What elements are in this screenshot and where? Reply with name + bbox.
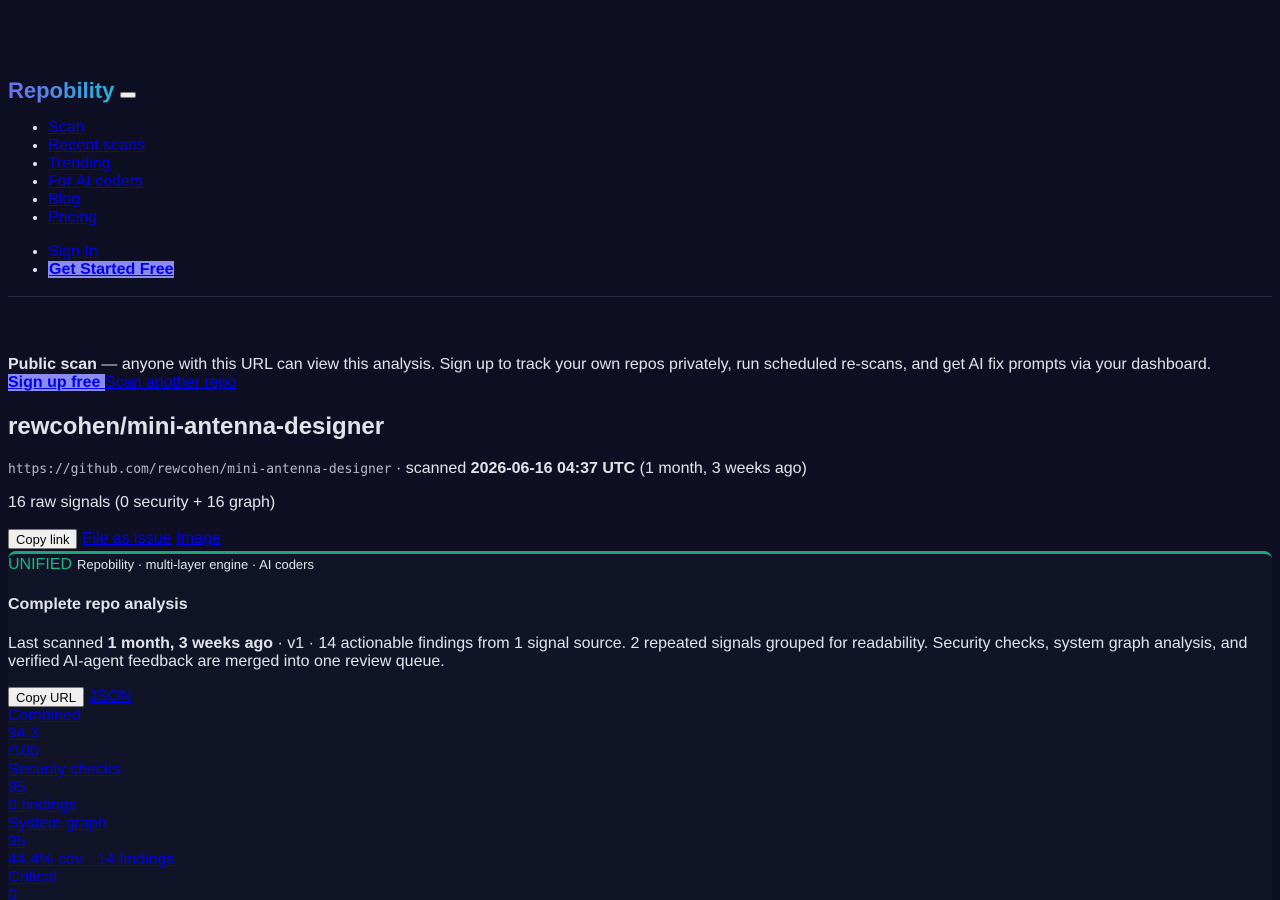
main-nav: Scan Recent scans Trending For AI coders…	[8, 119, 145, 227]
header-divider	[8, 296, 1272, 297]
auth-nav: Sign In Get Started Free	[8, 243, 175, 279]
scan-meta: https://github.com/rewcohen/mini-antenna…	[8, 460, 807, 479]
nav-link-ai-coders[interactable]: For AI coders	[48, 173, 143, 190]
desc-ago: 1 month, 3 weeks ago	[107, 635, 274, 652]
card-header: UNIFIED Repobility · multi-layer engine …	[8, 556, 314, 574]
score-security-label[interactable]: Security checks	[8, 761, 174, 779]
score-critical-label[interactable]: Critical	[8, 869, 174, 887]
scan-another-repo-link[interactable]: Scan another repo	[105, 374, 237, 391]
engine-label: Repobility · multi-layer engine · AI cod…	[77, 557, 314, 572]
card-actions: Copy URL JSON	[8, 687, 132, 707]
public-scan-notice: Public scan — anyone with this URL can v…	[8, 356, 1272, 392]
score-security-value[interactable]: 95	[8, 779, 174, 797]
repo-url: https://github.com/rewcohen/mini-antenna…	[8, 462, 392, 477]
nav-link-scan[interactable]: Scan	[48, 119, 84, 136]
score-combined-value[interactable]: 94.3	[8, 725, 174, 743]
scanned-timestamp: 2026-06-16 04:37 UTC	[470, 460, 636, 477]
copy-url-button[interactable]: Copy URL	[8, 687, 84, 707]
notice-text: — anyone with this URL can view this ana…	[96, 356, 1212, 373]
menu-toggle-button[interactable]	[120, 92, 137, 98]
nav-link-recent-scans[interactable]: Recent scans	[48, 137, 145, 154]
card-description: Last scanned 1 month, 3 weeks ago · v1 ·…	[8, 635, 1258, 671]
copy-link-button[interactable]: Copy link	[8, 529, 78, 549]
image-link[interactable]: Image	[176, 530, 220, 548]
score-graph-detail[interactable]: 44.4% cov · 14 findings	[8, 851, 174, 869]
page: Repobility Scan Recent scans Trending Fo…	[0, 0, 1280, 900]
score-combined-label[interactable]: Combined	[8, 707, 174, 725]
score-list: Combined 94.3 /100 Security checks 95 0 …	[8, 707, 174, 900]
raw-signals: 16 raw signals (0 security + 16 graph)	[8, 494, 276, 511]
nav-item-trending: Trending	[48, 155, 145, 173]
repo-title: rewcohen/mini-antenna-designer	[8, 413, 385, 440]
header: Repobility	[8, 78, 137, 104]
nav-item-ai-coders: For AI coders	[48, 173, 145, 191]
unified-analysis-card: UNIFIED Repobility · multi-layer engine …	[8, 551, 1272, 900]
unified-badge: UNIFIED	[8, 556, 72, 573]
score-graph-value[interactable]: 95	[8, 833, 174, 851]
nav-item-sign-in: Sign In	[48, 243, 174, 261]
json-link[interactable]: JSON	[89, 688, 132, 706]
score-combined-detail[interactable]: /100	[8, 743, 174, 761]
score-graph-label[interactable]: System graph	[8, 815, 174, 833]
nav-link-blog[interactable]: Blog	[48, 191, 80, 208]
scanned-ago: (1 month, 3 weeks ago)	[635, 460, 807, 477]
nav-link-trending[interactable]: Trending	[48, 155, 111, 172]
nav-item-scan: Scan	[48, 119, 145, 137]
score-security-detail[interactable]: 0 findings	[8, 797, 174, 815]
brand-logo[interactable]: Repobility	[8, 78, 114, 104]
sign-in-link[interactable]: Sign In	[48, 243, 98, 260]
nav-item-blog: Blog	[48, 191, 145, 209]
nav-item-pricing: Pricing	[48, 209, 145, 227]
file-as-issue-link[interactable]: File as issue	[82, 530, 171, 548]
nav-link-pricing[interactable]: Pricing	[48, 209, 97, 226]
card-title: Complete repo analysis	[8, 596, 188, 613]
nav-item-get-started: Get Started Free	[48, 261, 175, 279]
scanned-prefix: · scanned	[391, 460, 471, 477]
nav-item-recent-scans: Recent scans	[48, 137, 145, 155]
scan-actions: Copy link File as issue Image	[8, 529, 221, 549]
score-critical-value[interactable]: 0	[8, 887, 174, 900]
get-started-button[interactable]: Get Started Free	[48, 261, 175, 278]
desc-prefix: Last scanned	[8, 635, 108, 652]
sign-up-free-link[interactable]: Sign up free	[8, 374, 105, 391]
notice-lead: Public scan	[8, 356, 97, 373]
